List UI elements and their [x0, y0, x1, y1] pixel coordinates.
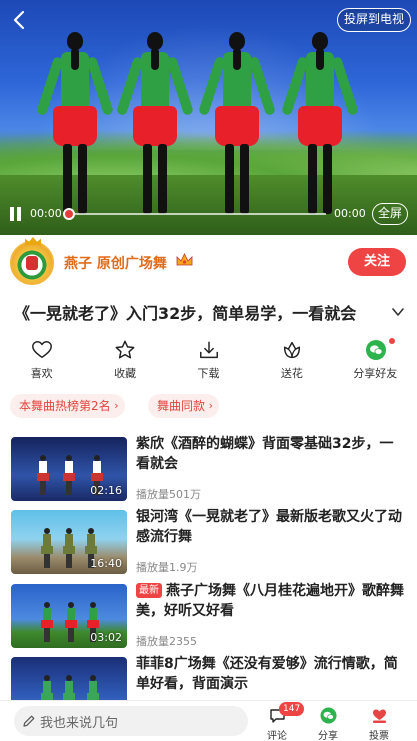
- tag-label: 本舞曲热榜第2名: [19, 399, 111, 413]
- new-badge: 最新: [136, 583, 162, 598]
- comments-label: 评论: [267, 731, 287, 741]
- share-friend-button[interactable]: 分享好友: [334, 336, 417, 386]
- download-button[interactable]: 下载: [167, 336, 250, 386]
- progress-bar[interactable]: [68, 213, 326, 215]
- video-dancer: [35, 30, 115, 220]
- wechat-icon: [365, 340, 386, 360]
- video-dancer: [197, 30, 277, 220]
- tag-hot-rank[interactable]: 本舞曲热榜第2名 ›: [10, 394, 125, 418]
- current-time: 00:00: [30, 207, 62, 220]
- view-count: 播放量1.9万: [136, 561, 198, 574]
- flower-icon: [284, 341, 301, 359]
- crown-badge-icon: [176, 253, 193, 266]
- action-bar: 喜欢 收藏 下载 送花 分享好友: [0, 336, 417, 386]
- total-time: 00:00: [334, 207, 366, 220]
- vote-label: 投票: [369, 731, 389, 741]
- video-title: 菲菲8广场舞《还没有爱够》流行情歌，简单好看，背面演示: [136, 656, 398, 692]
- list-item[interactable]: 02:16 紫欣《酒醉的蝴蝶》背面零基础32步，一看就会 播放量501万: [0, 436, 417, 505]
- crown-icon: [25, 237, 41, 245]
- wechat-share-icon: [320, 707, 337, 724]
- video-title: 《一晃就老了》入门32步，简单易学，一看就会: [14, 304, 357, 323]
- list-item[interactable]: 03:02 最新 燕子广场舞《八月桂花遍地开》歌醉舞美，好听又好看 播放量2355: [0, 583, 417, 652]
- video-thumbnail: 02:16: [11, 437, 127, 501]
- author-avatar[interactable]: [10, 237, 54, 285]
- fullscreen-button[interactable]: 全屏: [371, 203, 408, 225]
- view-count: 播放量501万: [136, 488, 201, 501]
- pencil-icon: [23, 715, 35, 727]
- video-duration: 03:02: [90, 631, 122, 644]
- download-label: 下载: [197, 367, 220, 380]
- video-duration: 02:16: [90, 484, 122, 497]
- video-title: 紫欣《酒醉的蝴蝶》背面零基础32步，一看就会: [136, 436, 394, 472]
- favorite-label: 收藏: [114, 367, 137, 380]
- back-button[interactable]: [8, 8, 32, 32]
- video-title: 银河湾《一晃就老了》最新版老歌又火了动感流行舞: [136, 509, 402, 545]
- favorite-button[interactable]: 收藏: [83, 336, 166, 386]
- notification-dot: [388, 338, 395, 344]
- chevron-down-icon[interactable]: [391, 305, 405, 319]
- comments-button[interactable]: 147 评论: [252, 702, 305, 741]
- pause-icon[interactable]: [9, 207, 23, 221]
- follow-button[interactable]: 关注: [348, 248, 406, 276]
- tag-same-music[interactable]: 舞曲同款 ›: [148, 394, 220, 418]
- like-button[interactable]: 喜欢: [0, 336, 83, 386]
- star-icon: [115, 340, 135, 359]
- vote-icon: [373, 709, 386, 723]
- like-label: 喜欢: [30, 367, 53, 380]
- comment-input[interactable]: 我也来说几句: [14, 706, 248, 736]
- list-item[interactable]: 16:40 银河湾《一晃就老了》最新版老歌又火了动感流行舞 播放量1.9万: [0, 509, 417, 578]
- cast-to-tv-button[interactable]: 投屏到电视: [336, 8, 411, 32]
- progress-knob[interactable]: [63, 208, 75, 220]
- comment-count-badge: 147: [279, 702, 305, 716]
- video-thumbnail: 16:40: [11, 510, 127, 574]
- chevron-right-icon: ›: [114, 399, 119, 412]
- download-icon: [199, 341, 218, 359]
- video-duration: 16:40: [90, 557, 122, 570]
- share-friend-label: 分享好友: [353, 367, 398, 380]
- author-row: 燕子 原创广场舞 关注: [0, 236, 417, 288]
- tag-label: 舞曲同款: [157, 399, 206, 413]
- video-title: 最新 燕子广场舞《八月桂花遍地开》歌醉舞美，好听又好看: [136, 583, 404, 619]
- bottom-bar: 我也来说几句 147 评论 分享 投票: [0, 700, 417, 741]
- author-name[interactable]: 燕子 原创广场舞: [64, 253, 167, 273]
- video-dancer: [115, 30, 195, 220]
- heart-icon: [32, 341, 52, 359]
- send-flower-button[interactable]: 送花: [250, 336, 333, 386]
- send-flower-label: 送花: [280, 367, 303, 380]
- video-dancer: [280, 30, 360, 220]
- share-label: 分享: [318, 731, 338, 741]
- comment-placeholder: 我也来说几句: [40, 716, 119, 731]
- chevron-left-icon: [13, 10, 25, 30]
- video-thumbnail: 03:02: [11, 584, 127, 648]
- share-button[interactable]: 分享: [303, 705, 353, 741]
- view-count: 播放量2355: [136, 635, 197, 648]
- video-player[interactable]: 投屏到电视 00:00 00:00 全屏: [0, 0, 417, 235]
- player-controls: 00:00 00:00 全屏: [0, 200, 417, 228]
- chevron-right-icon: ›: [208, 399, 214, 412]
- vote-button[interactable]: 投票: [354, 705, 404, 741]
